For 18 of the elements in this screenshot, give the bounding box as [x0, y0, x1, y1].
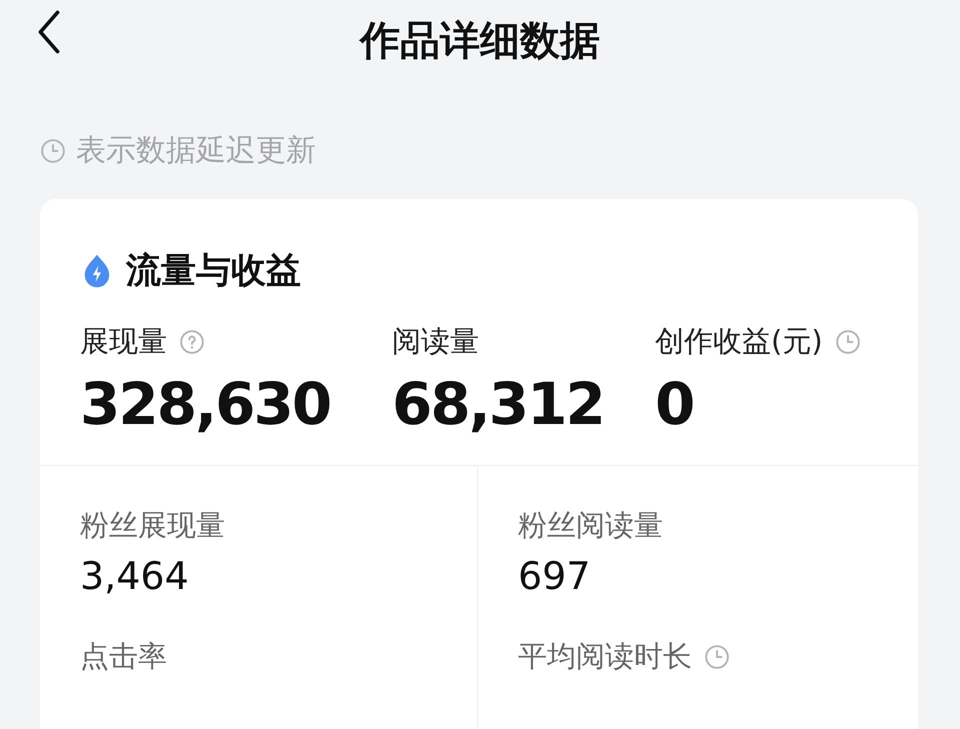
- delay-note: 表示数据延迟更新: [76, 132, 316, 170]
- clock-icon: [704, 644, 730, 670]
- metric-value: 0: [655, 370, 694, 438]
- detail-label: 粉丝阅读量: [518, 507, 663, 544]
- clock-icon: [40, 138, 66, 164]
- metric-label: 阅读量: [392, 323, 479, 360]
- clock-icon: [834, 329, 861, 355]
- metric-value: 328,630: [80, 370, 332, 438]
- metric-value: 68,312: [392, 370, 605, 438]
- page-title: 作品详细数据: [360, 16, 600, 66]
- detail-value: 697: [518, 554, 592, 598]
- card-title: 流量与收益: [126, 250, 301, 293]
- metric-label: 展现量: [80, 323, 167, 360]
- detail-label: 点击率: [80, 638, 167, 675]
- detail-label: 平均阅读时长: [518, 638, 692, 675]
- metric-label: 创作收益(元): [655, 323, 823, 360]
- detail-value: 3,464: [80, 554, 190, 598]
- detail-label: 粉丝展现量: [80, 507, 225, 544]
